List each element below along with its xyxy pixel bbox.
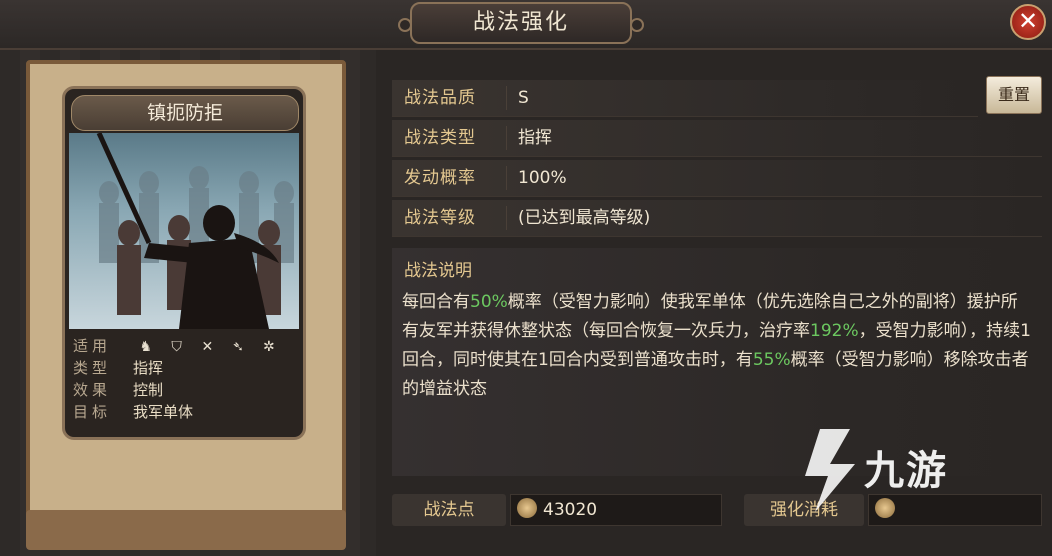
window-title: 战法强化 (398, 2, 644, 44)
coin-icon (517, 498, 537, 518)
detail-value: 指挥 (518, 128, 552, 148)
points-value: 43020 (543, 500, 598, 520)
divider (506, 166, 507, 190)
detail-label: 战法等级 (404, 208, 476, 228)
desc-segment: 每回合有 (402, 292, 470, 312)
desc-highlight: 55% (752, 350, 791, 370)
divider (506, 126, 507, 150)
description-text: 每回合有50%概率（受智力影响）使我军单体（优先选除自己之外的副将）援护所有友军… (402, 288, 1034, 404)
detail-label: 发动概率 (404, 168, 476, 188)
info-value: 控制 (133, 381, 164, 399)
wheel-icon: ✲ (263, 338, 275, 355)
info-value: 我军单体 (133, 403, 194, 421)
detail-row-type: 战法类型 指挥 (392, 120, 1042, 157)
info-row-target: 目标 我军单体 (73, 401, 299, 423)
bow-icon: ✕ (201, 338, 214, 355)
tactic-name: 镇扼防拒 (71, 95, 299, 131)
detail-label: 战法类型 (404, 128, 476, 148)
tactic-info: 适用 ♞ ⛉ ✕ ➴ ✲ 类型 指挥 效果 控制 目标 我军单体 (73, 335, 299, 423)
points-value-box: 43020 (510, 494, 722, 526)
watermark-text: 九游 (864, 448, 948, 494)
close-icon: ✕ (1017, 7, 1039, 35)
shield-icon: ⛉ (171, 338, 182, 355)
detail-row-chance: 发动概率 100% (392, 160, 1042, 197)
detail-row-level: 战法等级 (已达到最高等级) (392, 200, 1042, 237)
cavalry-icon: ♞ (139, 338, 153, 355)
info-value: 指挥 (133, 359, 164, 377)
desc-highlight: 50% (470, 292, 508, 312)
points-label: 战法点 (392, 494, 506, 526)
detail-row-quality: 战法品质 S (392, 80, 978, 117)
info-key: 适用 (73, 337, 112, 355)
info-key: 效果 (73, 381, 112, 399)
tactic-card: 镇扼防拒 适用 ♞ ⛉ ✕ ➴ ✲ 类型 指挥 效果 控制 目标 我军单体 (62, 86, 306, 440)
info-key: 目标 (73, 403, 112, 421)
desc-highlight: 192% (810, 321, 859, 341)
divider (506, 86, 507, 110)
info-row-effect: 效果 控制 (73, 379, 299, 401)
tactic-artwork (69, 133, 299, 329)
spear-icon: ➴ (232, 338, 244, 355)
watermark-logo-icon (805, 429, 855, 512)
scroll-roller (26, 510, 346, 550)
site-watermark: 九游 (800, 424, 1020, 524)
detail-label: 战法品质 (404, 88, 476, 108)
divider (506, 206, 507, 230)
info-key: 类型 (73, 359, 112, 377)
close-button[interactable]: ✕ (1010, 4, 1046, 40)
info-row-type: 类型 指挥 (73, 357, 299, 379)
description-title: 战法说明 (404, 261, 472, 281)
detail-value: S (518, 88, 529, 108)
detail-value: (已达到最高等级) (518, 208, 651, 228)
detail-value: 100% (518, 168, 567, 188)
reset-button[interactable]: 重置 (986, 76, 1042, 114)
info-row-applicable: 适用 ♞ ⛉ ✕ ➴ ✲ (73, 335, 299, 357)
